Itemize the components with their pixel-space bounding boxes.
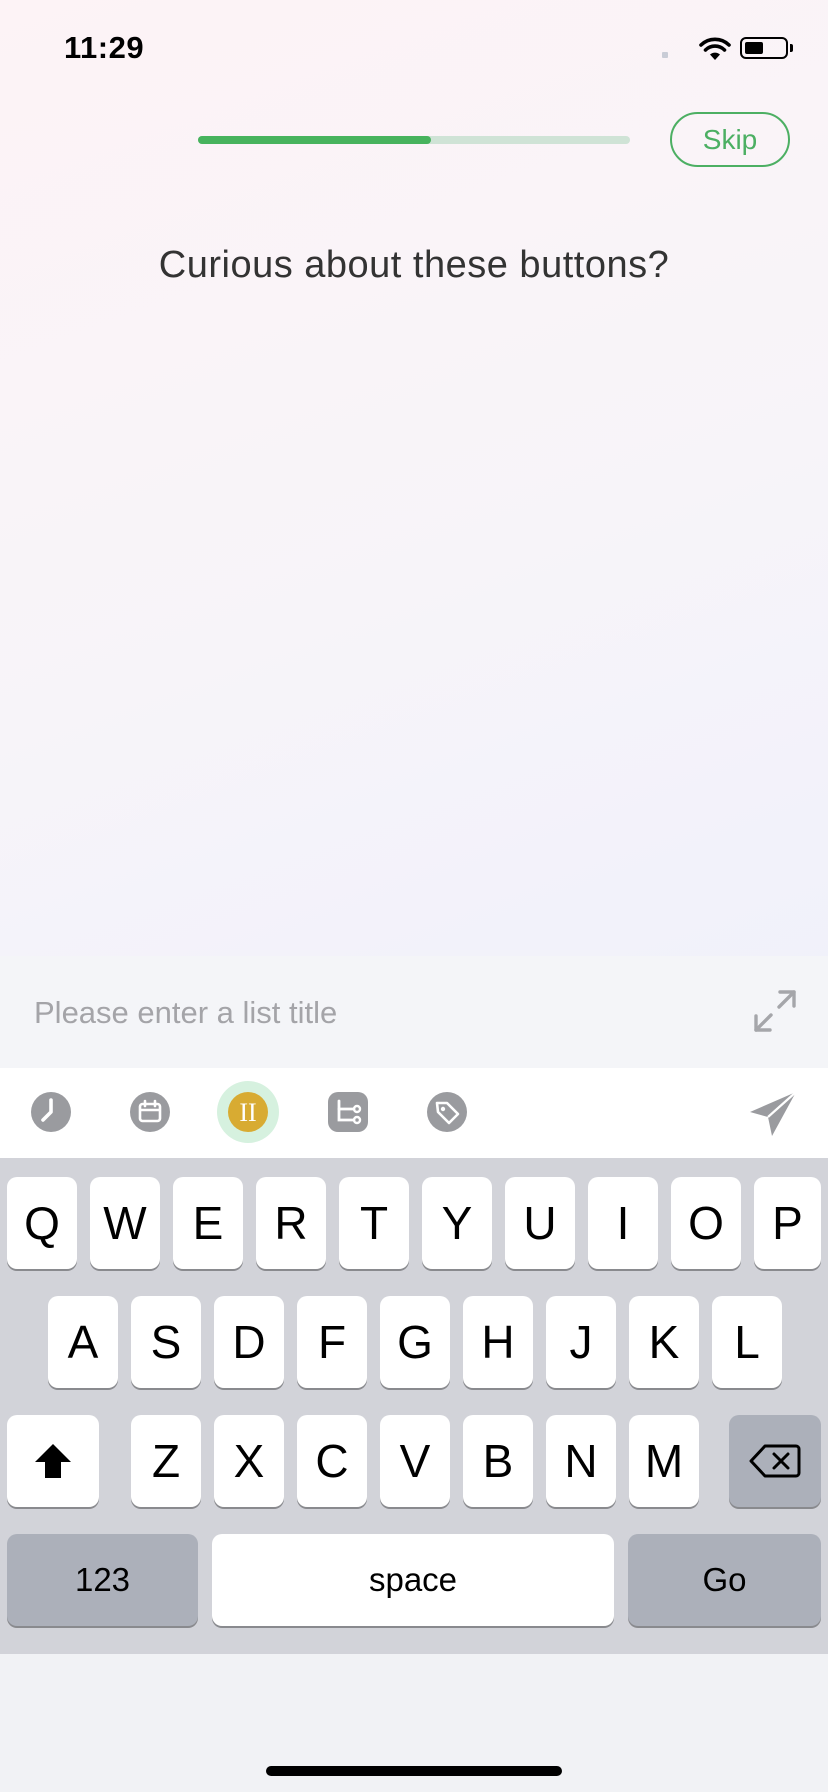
list-title-row: [0, 956, 828, 1068]
key-k[interactable]: K: [629, 1296, 699, 1388]
list-title-input[interactable]: [32, 990, 716, 1036]
key-n[interactable]: N: [546, 1415, 616, 1507]
key-g[interactable]: G: [380, 1296, 450, 1388]
onboarding-progress-bar: [198, 136, 630, 144]
onboarding-progress-fill: [198, 136, 432, 144]
key-w[interactable]: W: [90, 1177, 160, 1269]
calendar-icon[interactable]: [128, 1090, 172, 1134]
subtask-icon[interactable]: [326, 1090, 370, 1134]
key-i[interactable]: I: [588, 1177, 658, 1269]
backspace-key[interactable]: [729, 1415, 821, 1507]
wifi-icon: [699, 37, 731, 60]
key-e[interactable]: E: [173, 1177, 243, 1269]
key-j[interactable]: J: [546, 1296, 616, 1388]
key-p[interactable]: P: [754, 1177, 821, 1269]
task-toolbar: II: [0, 1068, 828, 1158]
space-key[interactable]: space: [212, 1534, 614, 1626]
numbers-key[interactable]: 123: [7, 1534, 198, 1626]
key-c[interactable]: C: [297, 1415, 367, 1507]
battery-icon: [740, 37, 788, 59]
key-v[interactable]: V: [380, 1415, 450, 1507]
keyboard: Q W E R T Y U I O P A S D F G H J K L Z …: [0, 1158, 828, 1654]
key-f[interactable]: F: [297, 1296, 367, 1388]
priority-icon[interactable]: II: [226, 1090, 270, 1134]
key-o[interactable]: O: [671, 1177, 741, 1269]
expand-icon[interactable]: [752, 988, 798, 1034]
clock-icon[interactable]: [29, 1090, 73, 1134]
send-icon[interactable]: [748, 1090, 798, 1138]
home-indicator: [266, 1766, 562, 1776]
key-t[interactable]: T: [339, 1177, 409, 1269]
key-z[interactable]: Z: [131, 1415, 201, 1507]
key-l[interactable]: L: [712, 1296, 782, 1388]
key-q[interactable]: Q: [7, 1177, 77, 1269]
skip-button[interactable]: Skip: [670, 112, 790, 167]
tag-icon[interactable]: [425, 1090, 469, 1134]
battery-tip: [790, 44, 793, 52]
key-y[interactable]: Y: [422, 1177, 492, 1269]
key-x[interactable]: X: [214, 1415, 284, 1507]
key-b[interactable]: B: [463, 1415, 533, 1507]
status-time: 11:29: [64, 30, 145, 65]
key-a[interactable]: A: [48, 1296, 118, 1388]
key-r[interactable]: R: [256, 1177, 326, 1269]
backspace-icon: [749, 1444, 801, 1478]
cellular-signal-icon: [662, 52, 668, 58]
key-d[interactable]: D: [214, 1296, 284, 1388]
battery-level: [745, 42, 764, 54]
shift-icon: [35, 1444, 71, 1478]
onboarding-title: Curious about these buttons?: [158, 244, 670, 286]
priority-label: II: [239, 1098, 256, 1127]
key-u[interactable]: U: [505, 1177, 575, 1269]
key-s[interactable]: S: [131, 1296, 201, 1388]
go-key[interactable]: Go: [628, 1534, 821, 1626]
shift-key[interactable]: [7, 1415, 99, 1507]
key-m[interactable]: M: [629, 1415, 699, 1507]
key-h[interactable]: H: [463, 1296, 533, 1388]
